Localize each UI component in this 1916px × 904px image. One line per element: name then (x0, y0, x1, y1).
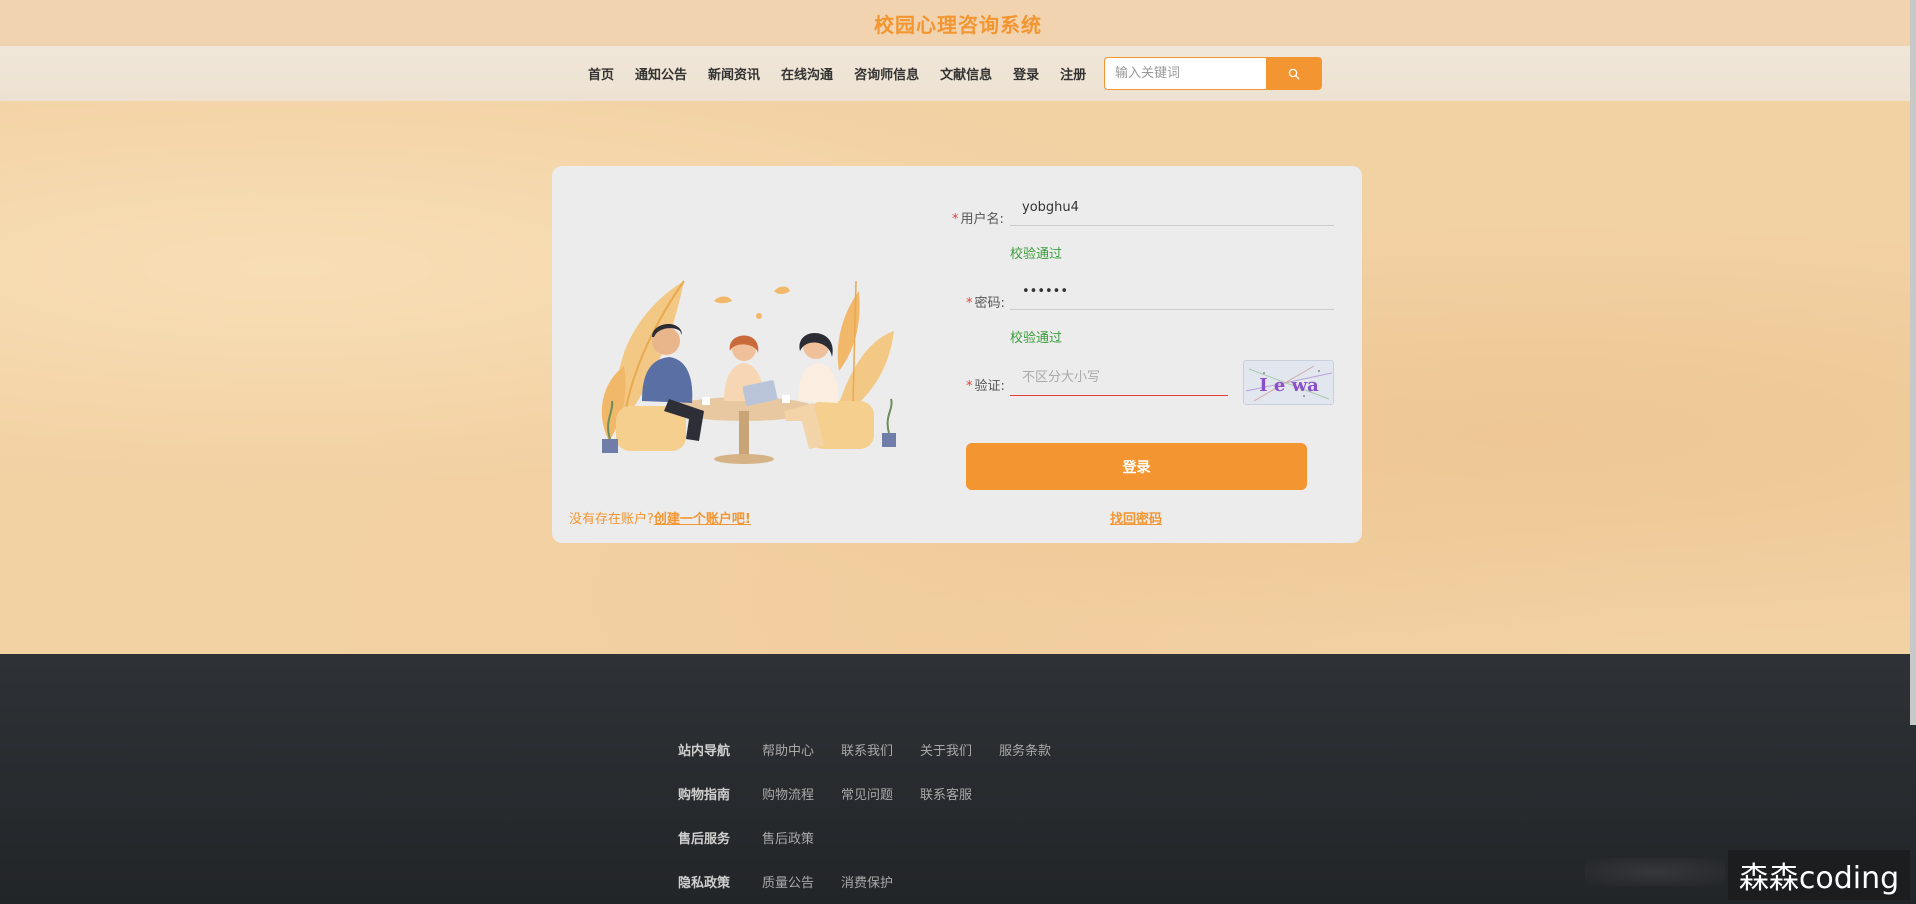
username-value: yobghu4 (1022, 200, 1079, 215)
footer-row-after-sales: 售后服务 售后政策 (678, 828, 841, 847)
footer-row-shopping: 购物指南 购物流程 常见问题 联系客服 (678, 784, 999, 803)
footer-head-after-sales: 售后服务 (678, 832, 731, 847)
footer-link-process[interactable]: 购物流程 (762, 784, 814, 803)
counseling-illustration (601, 280, 896, 464)
footer-link-support[interactable]: 联系客服 (920, 784, 972, 803)
footer-link-contact[interactable]: 联系我们 (841, 740, 893, 759)
footer-head-privacy: 隐私政策 (678, 876, 731, 891)
footer-row-site-nav: 站内导航 帮助中心 联系我们 关于我们 服务条款 (678, 740, 1078, 759)
nav-item-news[interactable]: 新闻资讯 (708, 64, 760, 83)
footer-link-consumer[interactable]: 消费保护 (841, 872, 893, 891)
scrollbar[interactable] (1910, 0, 1916, 725)
footer-link-quality[interactable]: 质量公告 (762, 872, 814, 891)
nav-item-literature[interactable]: 文献信息 (940, 64, 992, 83)
watermark: 森森coding (1728, 850, 1910, 900)
captcha-image[interactable]: I e wa (1243, 360, 1334, 405)
captcha-label: * 验证: (966, 379, 1005, 394)
login-button[interactable]: 登录 (966, 443, 1307, 490)
no-account-text: 没有存在账户? (569, 512, 654, 527)
username-status: 校验通过 (1010, 247, 1063, 262)
footer-link-after-sales-policy[interactable]: 售后政策 (762, 828, 814, 847)
nav-item-home[interactable]: 首页 (588, 64, 614, 83)
search-input[interactable] (1104, 57, 1266, 90)
username-field[interactable]: yobghu4 (1010, 190, 1334, 226)
footer-link-about[interactable]: 关于我们 (920, 740, 972, 759)
captcha-text: I e wa (1259, 375, 1319, 396)
password-value: •••••• (1022, 284, 1069, 299)
register-hint: 没有存在账户?创建一个账户吧! (569, 508, 751, 527)
footer-link-terms[interactable]: 服务条款 (999, 740, 1051, 759)
search-box (1104, 57, 1322, 90)
footer-row-privacy: 隐私政策 质量公告 消费保护 (678, 872, 920, 891)
username-label: * 用户名: (952, 212, 1004, 227)
captcha-input[interactable] (1010, 360, 1228, 396)
search-button[interactable] (1266, 57, 1322, 90)
password-label: * 密码: (966, 296, 1005, 311)
footer-head-site-nav: 站内导航 (678, 744, 731, 759)
password-status: 校验通过 (1010, 331, 1063, 346)
login-card: * 用户名: yobghu4 校验通过 * 密码: •••••• 校验通过 * 验证:… (552, 166, 1362, 543)
blurred-text (1585, 858, 1725, 886)
site-title: 校园心理咨询系统 (874, 12, 1042, 37)
footer-link-faq[interactable]: 常见问题 (841, 784, 893, 803)
footer-link-help[interactable]: 帮助中心 (762, 740, 814, 759)
create-account-link[interactable]: 创建一个账户吧! (654, 512, 751, 527)
captcha-noise: I e wa (1245, 365, 1333, 402)
title-bar: 校园心理咨询系统 (0, 0, 1916, 46)
nav-links: 首页 通知公告 新闻资讯 在线沟通 咨询师信息 文献信息 登录 注册 (588, 46, 1107, 101)
nav-item-register[interactable]: 注册 (1060, 64, 1086, 83)
password-field[interactable]: •••••• (1010, 274, 1334, 310)
nav-item-notices[interactable]: 通知公告 (635, 64, 687, 83)
nav-bar: 首页 通知公告 新闻资讯 在线沟通 咨询师信息 文献信息 登录 注册 (0, 46, 1916, 101)
nav-item-counselors[interactable]: 咨询师信息 (854, 64, 919, 83)
search-icon (1288, 68, 1300, 79)
nav-item-chat[interactable]: 在线沟通 (781, 64, 833, 83)
footer-head-shopping: 购物指南 (678, 788, 731, 803)
nav-item-login[interactable]: 登录 (1013, 64, 1039, 83)
forgot-password-link[interactable]: 找回密码 (1110, 508, 1162, 527)
